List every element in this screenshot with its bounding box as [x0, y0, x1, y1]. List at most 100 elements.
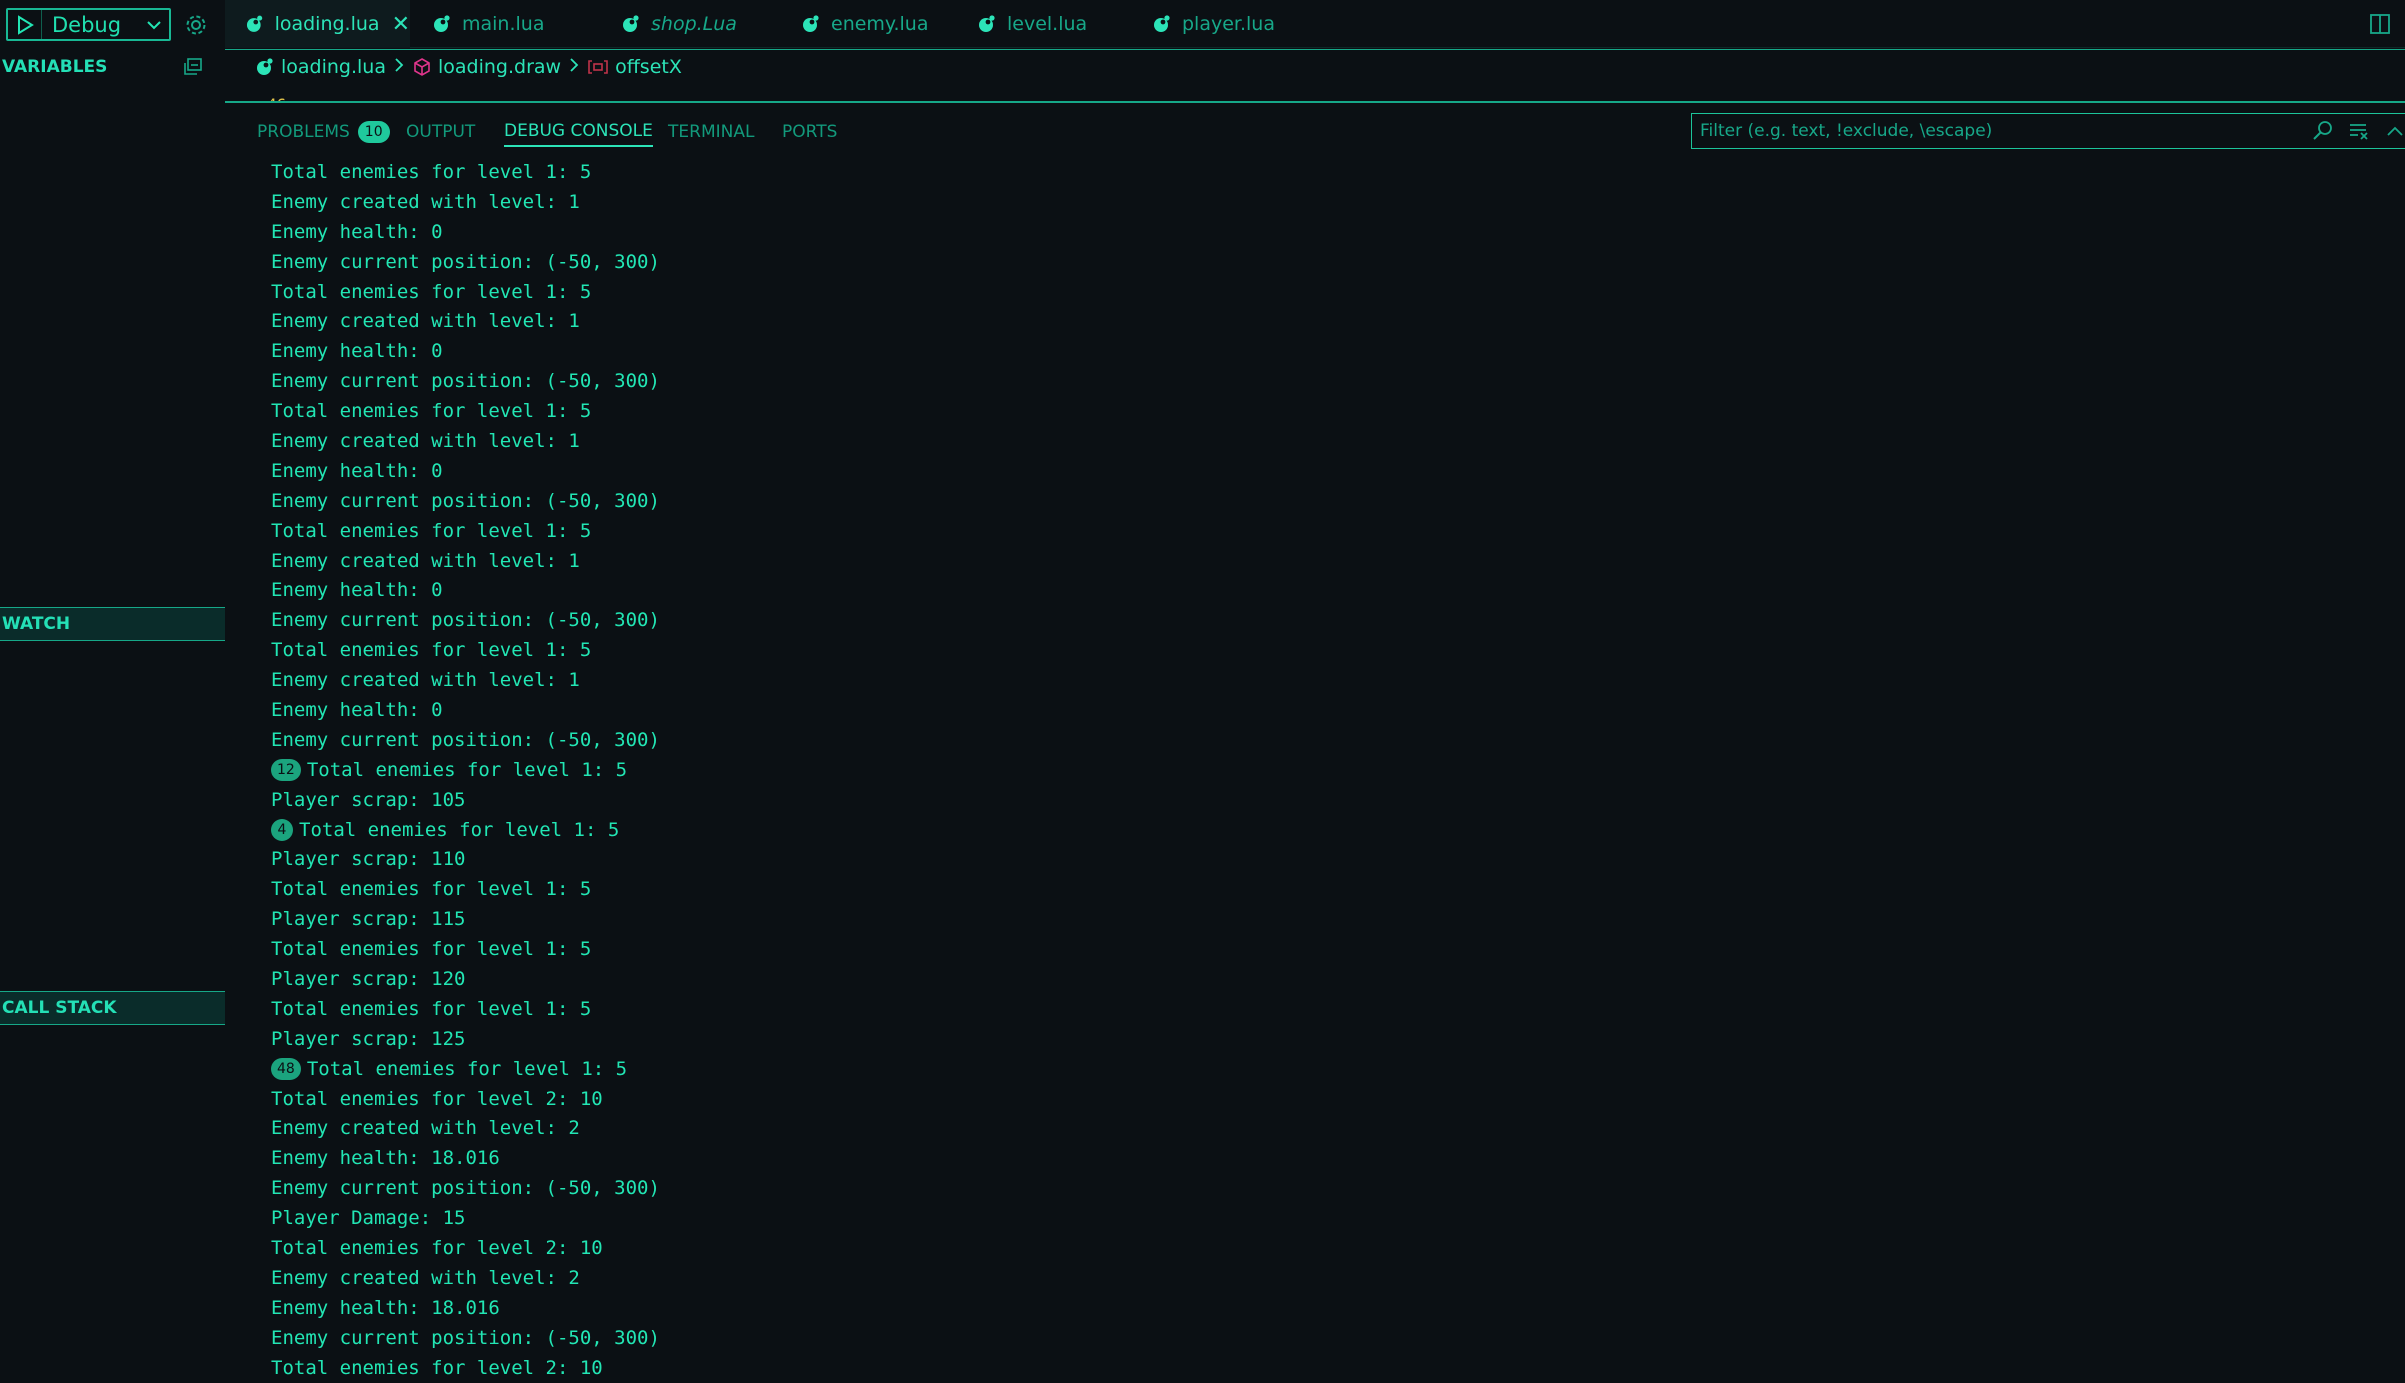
- chevron-right-icon: [394, 56, 404, 78]
- console-line: Enemy health: 0: [271, 695, 2371, 725]
- console-line-text: Total enemies for level 1: 5: [306, 758, 628, 781]
- line-number: 46: [267, 95, 286, 101]
- console-line-text: Enemy created with level: 1: [271, 429, 580, 452]
- split-editor-icon[interactable]: [2369, 13, 2391, 39]
- console-line-text: Enemy current position: (-50, 300): [271, 728, 660, 751]
- console-line-text: Total enemies for level 1: 5: [271, 400, 592, 423]
- tab-ports[interactable]: PORTS: [782, 117, 837, 147]
- console-line: Total enemies for level 1: 5: [271, 396, 2371, 426]
- tab-loading-lua[interactable]: loading.lua ✕: [225, 0, 410, 48]
- lua-file-icon: [1154, 15, 1170, 32]
- console-line-text: Enemy current position: (-50, 300): [271, 609, 660, 632]
- tab-shop-lua[interactable]: shop.Lua: [595, 0, 775, 48]
- console-line-text: Total enemies for level 1: 5: [271, 938, 592, 961]
- tab-enemy-lua[interactable]: enemy.lua: [775, 0, 955, 48]
- close-icon[interactable]: ✕: [392, 12, 410, 37]
- variable-icon: [588, 59, 608, 74]
- console-line-text: Player scrap: 125: [271, 1027, 466, 1050]
- console-line-text: Enemy created with level: 1: [271, 669, 580, 692]
- console-line-text: Enemy current position: (-50, 300): [271, 489, 660, 512]
- tab-label: enemy.lua: [831, 13, 929, 35]
- search-icon[interactable]: [2309, 117, 2337, 145]
- call-stack-section-header[interactable]: CALL STACK: [0, 991, 225, 1025]
- variables-title: VARIABLES: [2, 57, 108, 77]
- console-line-text: Enemy created with level: 1: [271, 310, 580, 333]
- tab-terminal[interactable]: TERMINAL: [668, 117, 754, 147]
- tab-level-lua[interactable]: level.lua: [955, 0, 1130, 48]
- console-line: Enemy health: 0: [271, 217, 2371, 247]
- console-line: Total enemies for level 1: 5: [271, 277, 2371, 307]
- console-line: Enemy created with level: 1: [271, 426, 2371, 456]
- tab-problems[interactable]: PROBLEMS 10: [257, 117, 390, 147]
- clear-console-icon[interactable]: [2345, 117, 2373, 145]
- lua-file-icon: [623, 15, 639, 32]
- console-filter-input[interactable]: [1691, 113, 2405, 149]
- console-line: Total enemies for level 2: 10: [271, 1084, 2371, 1114]
- problems-count-badge: 10: [357, 121, 390, 143]
- console-line-text: Enemy health: 0: [271, 698, 443, 721]
- console-line: 48 Total enemies for level 1: 5: [271, 1054, 2371, 1084]
- console-line: Player scrap: 120: [271, 964, 2371, 994]
- console-line: Enemy created with level: 1: [271, 306, 2371, 336]
- console-line: Enemy created with level: 1: [271, 665, 2371, 695]
- method-cube-icon: [414, 57, 430, 76]
- console-line: Player scrap: 125: [271, 1024, 2371, 1054]
- watch-section-header[interactable]: WATCH: [0, 607, 225, 641]
- console-line-text: Total enemies for level 2: 10: [271, 1237, 603, 1259]
- tab-output[interactable]: OUTPUT: [406, 117, 475, 147]
- console-line: Enemy current position: (-50, 300): [271, 725, 2371, 755]
- tab-debug-console[interactable]: DEBUG CONSOLE: [504, 117, 653, 147]
- breadcrumb-method[interactable]: loading.draw: [438, 56, 561, 78]
- console-line: Enemy current position: (-50, 300): [271, 605, 2371, 635]
- console-line: Enemy created with level: 1: [271, 187, 2371, 217]
- tab-problems-label: PROBLEMS: [257, 122, 350, 142]
- console-line-text: Enemy created with level: 2: [271, 1117, 580, 1140]
- debug-console-output[interactable]: Total enemies for level 1: 5 Enemy create…: [271, 157, 2371, 1383]
- start-debugging-icon[interactable]: [8, 10, 42, 39]
- console-line-text: Player scrap: 110: [271, 848, 466, 871]
- lua-file-icon: [257, 57, 273, 75]
- console-line-text: Total enemies for level 2: 10: [271, 1087, 603, 1110]
- console-line: Total enemies for level 1: 5: [271, 874, 2371, 904]
- tab-label: loading.lua: [274, 13, 380, 35]
- chevron-up-icon[interactable]: [2381, 117, 2405, 145]
- console-line-text: Enemy health: 18.016: [271, 1147, 500, 1170]
- console-line-text: Player Damage: 15: [271, 1207, 466, 1230]
- chevron-right-icon: [569, 56, 579, 78]
- run-config-label: Debug: [52, 12, 122, 37]
- console-line-text: Player scrap: 105: [271, 788, 466, 811]
- panel-tab-bar: PROBLEMS 10 OUTPUT DEBUG CONSOLE TERMINA…: [225, 105, 1625, 157]
- tab-label: main.lua: [462, 13, 545, 35]
- console-line: Enemy current position: (-50, 300): [271, 1173, 2371, 1203]
- console-line: Total enemies for level 1: 5: [271, 157, 2371, 187]
- console-line: Player scrap: 105: [271, 785, 2371, 815]
- console-line-text: Enemy current position: (-50, 300): [271, 250, 660, 273]
- console-line: 4 Total enemies for level 1: 5: [271, 815, 2371, 845]
- variables-section-header[interactable]: VARIABLES: [0, 50, 225, 84]
- run-config-select[interactable]: Debug: [6, 8, 171, 41]
- lua-file-icon: [979, 15, 995, 32]
- repeat-count-badge: 12: [271, 758, 301, 781]
- gear-icon[interactable]: [182, 11, 210, 39]
- tab-label: level.lua: [1007, 13, 1088, 35]
- debug-toolbar: Debug: [0, 0, 225, 48]
- collapse-all-icon[interactable]: [183, 58, 203, 81]
- bottom-panel: PROBLEMS 10 OUTPUT DEBUG CONSOLE TERMINA…: [225, 105, 2405, 1379]
- tab-player-lua[interactable]: player.lua: [1130, 0, 1310, 48]
- console-line-text: Total enemies for level 1: 5: [271, 519, 592, 542]
- console-line: Enemy current position: (-50, 300): [271, 486, 2371, 516]
- breadcrumb-file[interactable]: loading.lua: [281, 56, 386, 78]
- breadcrumb-field[interactable]: offsetX: [615, 56, 682, 78]
- console-line: Total enemies for level 1: 5: [271, 516, 2371, 546]
- console-line-text: Player scrap: 120: [271, 967, 466, 990]
- console-line: 12 Total enemies for level 1: 5: [271, 755, 2371, 785]
- console-line-text: Total enemies for level 1: 5: [299, 818, 620, 841]
- tab-label: shop.Lua: [651, 13, 737, 35]
- breadcrumb: loading.lua loading.draw offsetX: [225, 49, 2405, 83]
- tab-main-lua[interactable]: main.lua: [410, 0, 595, 48]
- console-line: Enemy health: 0: [271, 336, 2371, 366]
- console-line-text: Enemy current position: (-50, 300): [271, 370, 660, 393]
- lua-file-icon: [803, 15, 819, 32]
- editor-tab-bar: loading.lua ✕ main.lua shop.Lua enemy.lu…: [225, 0, 2405, 48]
- console-line: Enemy created with level: 1: [271, 546, 2371, 576]
